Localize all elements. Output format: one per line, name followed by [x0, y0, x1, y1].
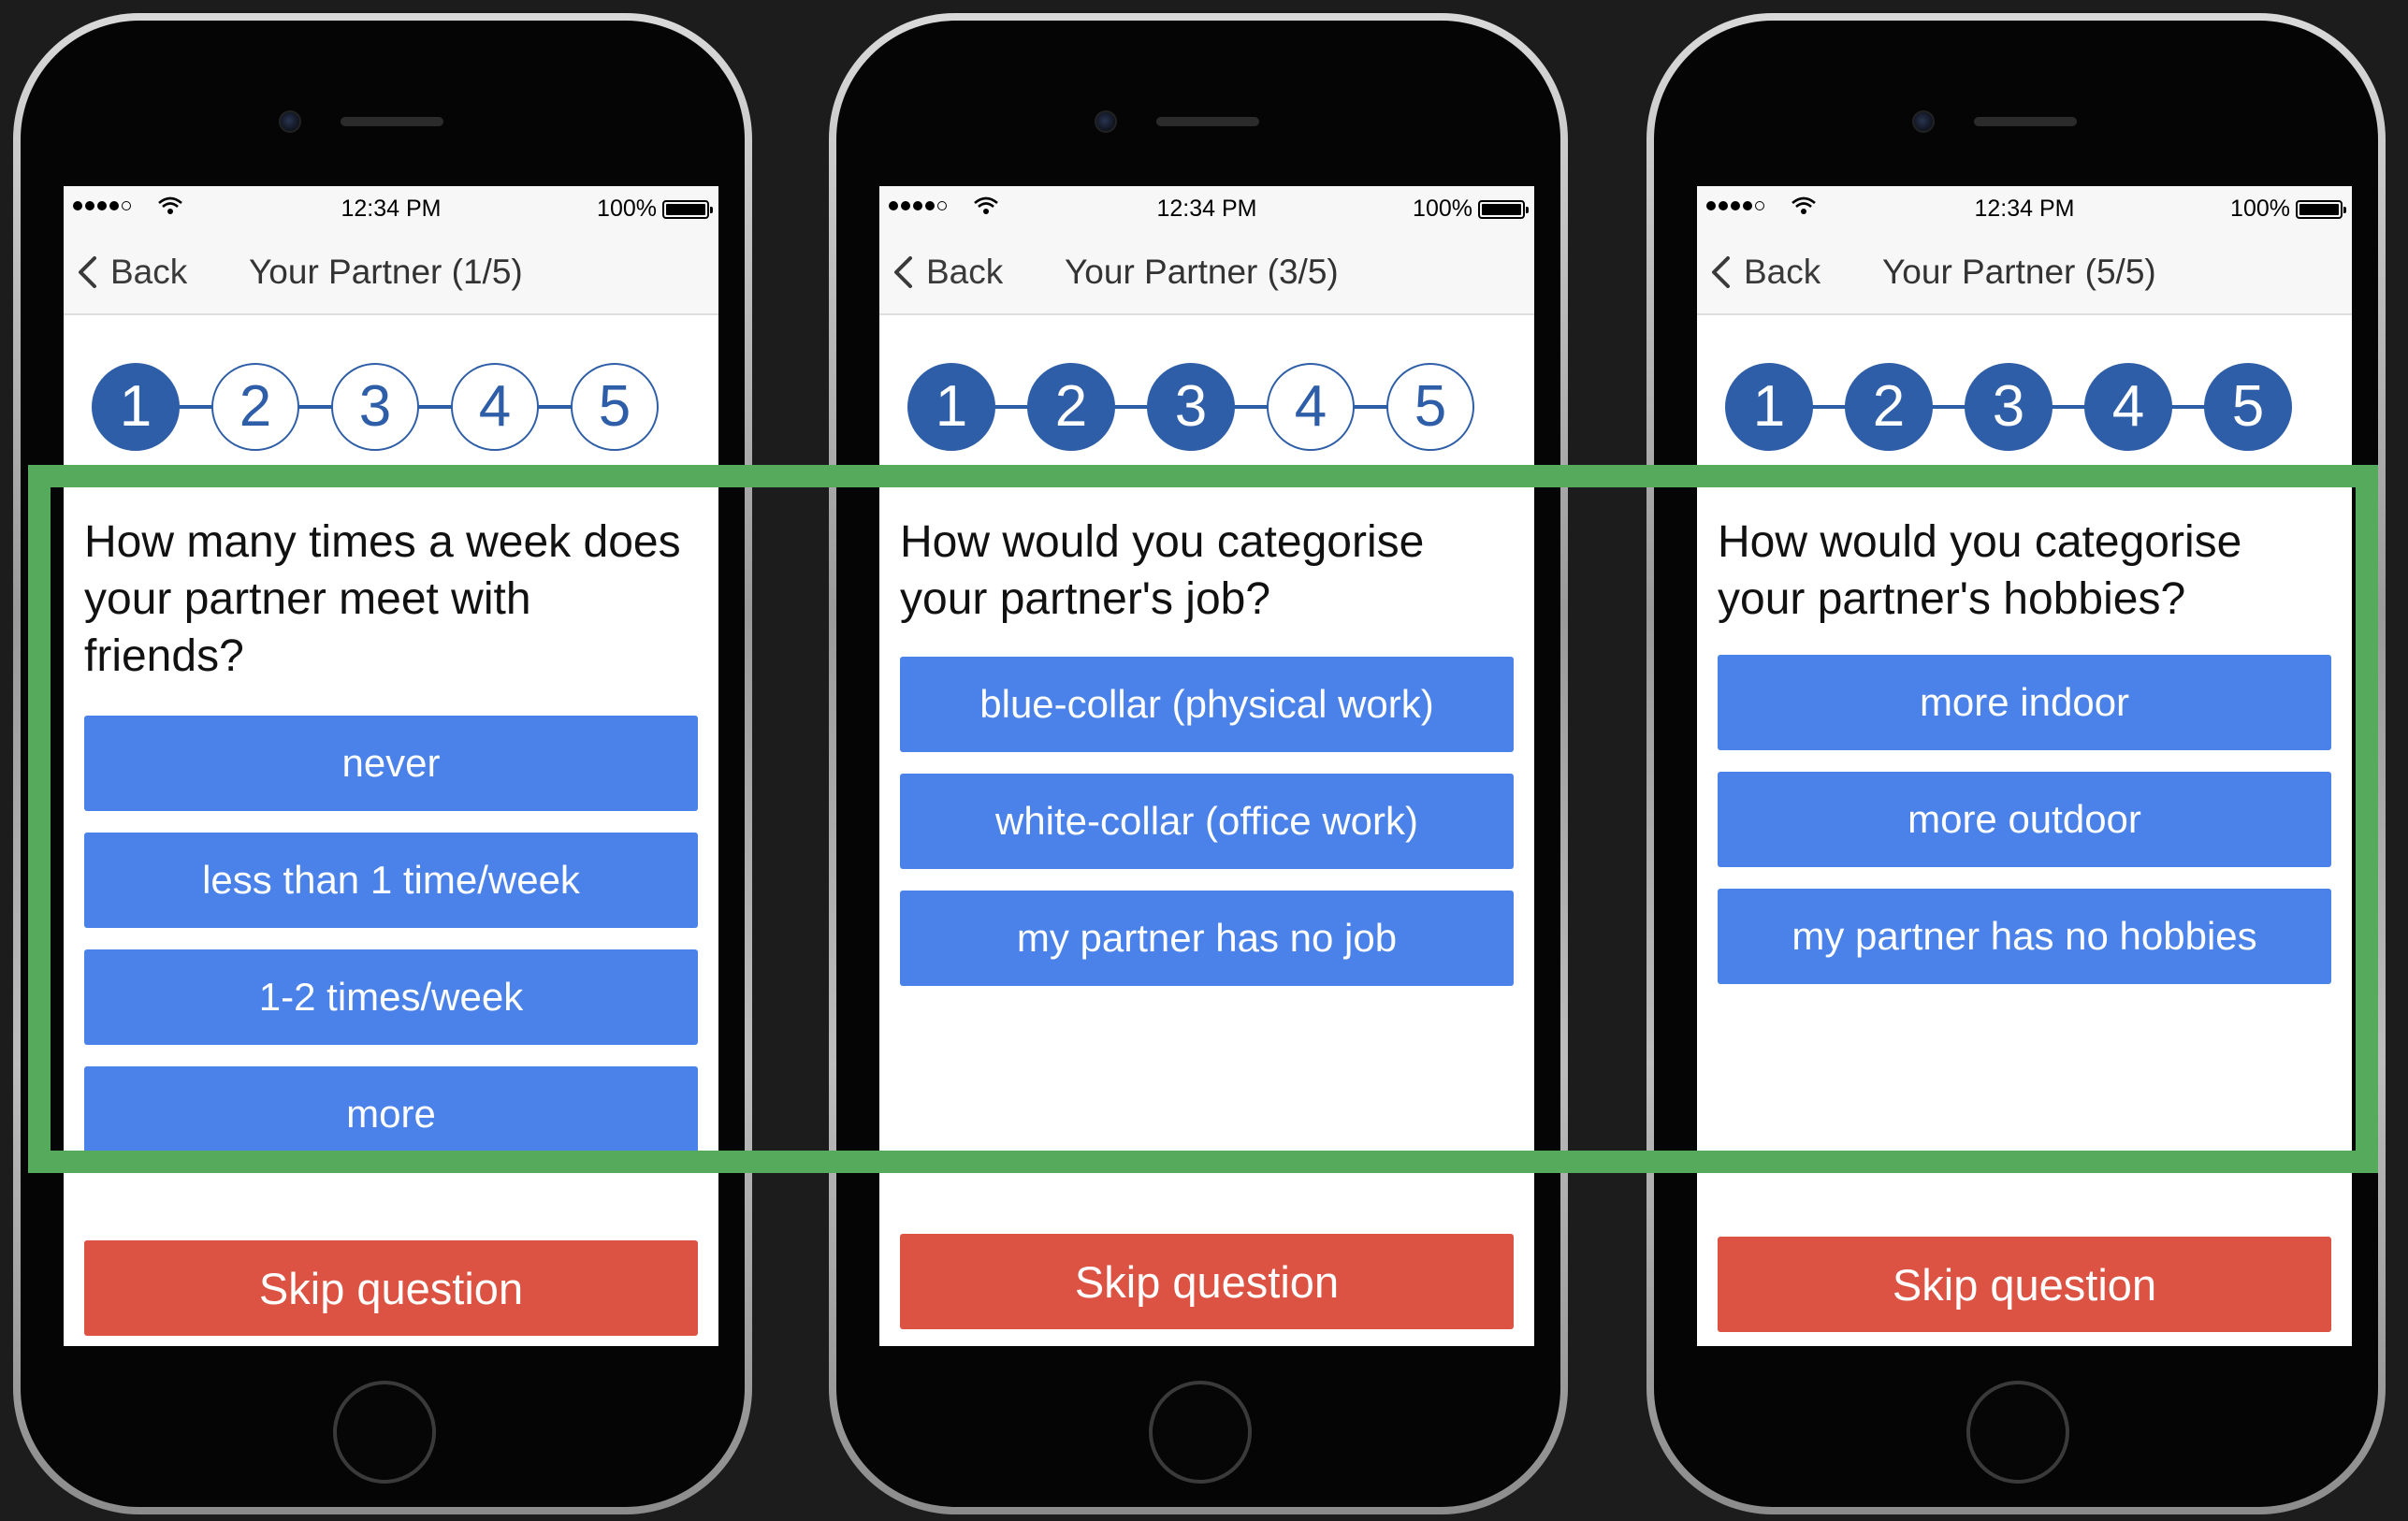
step-4: 4	[2084, 363, 2172, 451]
back-button[interactable]: Back	[77, 229, 187, 315]
step-5: 5	[1386, 363, 1474, 451]
page-title: Your Partner (3/5)	[1065, 253, 1339, 291]
back-button[interactable]: Back	[892, 229, 1003, 315]
answer-button[interactable]: never	[84, 716, 698, 811]
speaker-grille	[1974, 117, 2077, 126]
step-1: 1	[92, 363, 180, 451]
page-title: Your Partner (1/5)	[249, 253, 523, 291]
skip-question-button[interactable]: Skip question	[84, 1240, 698, 1336]
question-text: How would you categorise your partner's …	[900, 517, 1425, 624]
step-1: 1	[1725, 363, 1813, 451]
home-button[interactable]	[333, 1381, 436, 1484]
step-2: 2	[1845, 363, 1933, 451]
skip-question-button[interactable]: Skip question	[900, 1234, 1514, 1329]
answer-button[interactable]: white-collar (office work)	[900, 774, 1514, 869]
answer-button[interactable]: 1-2 times/week	[84, 949, 698, 1045]
comparison-stage: 12:34 PM 100% Back Your Partner (1/5) 1 …	[0, 0, 2408, 1521]
nav-bar: Back Your Partner (5/5)	[1697, 229, 2352, 315]
status-bar: 12:34 PM 100%	[64, 186, 718, 229]
answer-button[interactable]: more	[84, 1066, 698, 1162]
chevron-left-icon	[77, 255, 97, 289]
back-label: Back	[926, 253, 1004, 291]
phone-bezel: 12:34 PM 100% Back Your Partner (5/5) 1 …	[1654, 21, 2378, 1507]
step-4: 4	[1267, 363, 1355, 451]
speaker-grille	[1156, 117, 1259, 126]
answer-button[interactable]: my partner has no hobbies	[1718, 889, 2331, 984]
nav-bar: Back Your Partner (1/5)	[64, 229, 718, 315]
battery-icon	[1478, 200, 1529, 219]
battery-percent: 100%	[2230, 196, 2290, 222]
question-text: How many times a week does your partner …	[84, 517, 681, 681]
step-5: 5	[2204, 363, 2292, 451]
step-3: 3	[331, 363, 419, 451]
home-button[interactable]	[1966, 1381, 2069, 1484]
step-1: 1	[907, 363, 995, 451]
answer-button[interactable]: blue-collar (physical work)	[900, 657, 1514, 752]
skip-question-button[interactable]: Skip question	[1718, 1237, 2331, 1332]
phone-screen: 12:34 PM 100% Back Your Partner (1/5) 1 …	[64, 186, 718, 1346]
back-label: Back	[1744, 253, 1821, 291]
phone-bezel: 12:34 PM 100% Back Your Partner (3/5) 1 …	[836, 21, 1560, 1507]
back-button[interactable]: Back	[1710, 229, 1821, 315]
question-text: How would you categorise your partner's …	[1718, 517, 2242, 624]
step-5: 5	[571, 363, 659, 451]
phone-bezel: 12:34 PM 100% Back Your Partner (1/5) 1 …	[21, 21, 745, 1507]
answer-button[interactable]: more indoor	[1718, 655, 2331, 750]
phone-2: 12:34 PM 100% Back Your Partner (3/5) 1 …	[829, 13, 1568, 1514]
step-2: 2	[211, 363, 299, 451]
answer-list: never less than 1 time/week 1-2 times/we…	[84, 716, 698, 1183]
chevron-left-icon	[892, 255, 913, 289]
home-button[interactable]	[1149, 1381, 1252, 1484]
answer-list: blue-collar (physical work) white-collar…	[900, 657, 1514, 1007]
page-title: Your Partner (5/5)	[1882, 253, 2156, 291]
camera-icon	[279, 110, 301, 133]
battery-percent: 100%	[1413, 196, 1472, 222]
answer-button[interactable]: less than 1 time/week	[84, 833, 698, 928]
status-bar: 12:34 PM 100%	[1697, 186, 2352, 229]
nav-bar: Back Your Partner (3/5)	[879, 229, 1534, 315]
answer-button[interactable]: my partner has no job	[900, 891, 1514, 986]
phone-1: 12:34 PM 100% Back Your Partner (1/5) 1 …	[13, 13, 752, 1514]
answer-list: more indoor more outdoor my partner has …	[1718, 655, 2331, 1006]
back-label: Back	[110, 253, 188, 291]
step-2: 2	[1027, 363, 1115, 451]
status-bar: 12:34 PM 100%	[879, 186, 1534, 229]
camera-icon	[1095, 110, 1117, 133]
progress-stepper: 1 2 3 4 5	[92, 363, 664, 451]
step-3: 3	[1147, 363, 1235, 451]
step-3: 3	[1965, 363, 2053, 451]
phone-screen: 12:34 PM 100% Back Your Partner (3/5) 1 …	[879, 186, 1534, 1346]
phone-3: 12:34 PM 100% Back Your Partner (5/5) 1 …	[1646, 13, 2386, 1514]
progress-stepper: 1 2 3 4 5	[907, 363, 1480, 451]
camera-icon	[1912, 110, 1935, 133]
battery-icon	[662, 200, 713, 219]
step-4: 4	[451, 363, 539, 451]
answer-button[interactable]: more outdoor	[1718, 772, 2331, 867]
speaker-grille	[341, 117, 443, 126]
chevron-left-icon	[1710, 255, 1731, 289]
battery-percent: 100%	[597, 196, 657, 222]
phone-screen: 12:34 PM 100% Back Your Partner (5/5) 1 …	[1697, 186, 2352, 1346]
battery-icon	[2296, 200, 2346, 219]
progress-stepper: 1 2 3 4 5	[1725, 363, 2298, 451]
